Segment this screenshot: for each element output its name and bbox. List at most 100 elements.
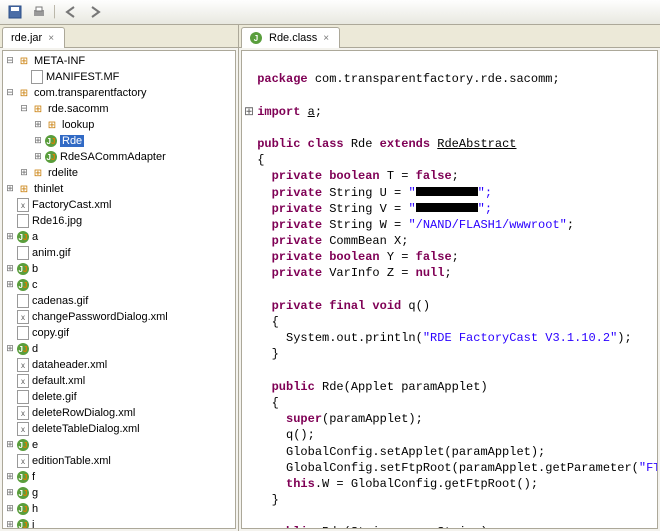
- expand-icon[interactable]: ⊞: [3, 488, 17, 498]
- tree-node[interactable]: ⊟⊞META-INF: [3, 53, 235, 69]
- tree-node[interactable]: ·copy.gif: [3, 325, 235, 341]
- expand-icon[interactable]: ⊞: [3, 504, 17, 514]
- tree-node-label: delete.gif: [32, 391, 77, 403]
- tree-node[interactable]: ·editionTable.xml: [3, 453, 235, 469]
- expand-icon[interactable]: ⊞: [31, 120, 45, 130]
- tree-node[interactable]: ⊟⊞rde.sacomm: [3, 101, 235, 117]
- class-icon: J: [250, 32, 262, 44]
- tree-node[interactable]: ·Rde16.jpg: [3, 213, 235, 229]
- file-icon: [17, 326, 29, 340]
- right-tab-strip: J Rde.class ×: [239, 25, 660, 48]
- package-tree[interactable]: ⊟⊞META-INF·MANIFEST.MF⊟⊞com.transparentf…: [2, 50, 236, 529]
- tree-spacer: ·: [3, 248, 17, 258]
- close-icon[interactable]: ×: [46, 33, 56, 44]
- tab-rde-class[interactable]: J Rde.class ×: [241, 27, 340, 48]
- tree-spacer: ·: [3, 200, 17, 210]
- expand-icon[interactable]: ⊞: [17, 168, 31, 178]
- tree-node[interactable]: · cadenas.gif: [3, 293, 235, 309]
- expand-icon[interactable]: ⊞: [3, 520, 17, 529]
- tree-node-label: c: [32, 279, 38, 291]
- package-icon: ⊞: [31, 102, 45, 116]
- save-icon[interactable]: [4, 2, 26, 22]
- tree-node[interactable]: · deleteRowDialog.xml: [3, 405, 235, 421]
- tree-node[interactable]: ⊟⊞com.transparentfactory: [3, 85, 235, 101]
- top-toolbar: │: [0, 0, 660, 25]
- class-icon: J: [17, 439, 29, 451]
- tree-node[interactable]: ⊞Jd: [3, 341, 235, 357]
- tree-node[interactable]: ⊞Jg: [3, 485, 235, 501]
- tree-node-label: g: [32, 487, 38, 499]
- tree-node-label: cadenas.gif: [32, 295, 88, 307]
- file-icon: [17, 454, 29, 468]
- tree-spacer: ·: [3, 296, 17, 306]
- tree-node[interactable]: ⊞Je: [3, 437, 235, 453]
- tree-node[interactable]: ⊞Jh: [3, 501, 235, 517]
- class-icon: J: [17, 263, 29, 275]
- tree-node[interactable]: ⊞Jc: [3, 277, 235, 293]
- expand-icon[interactable]: ⊞: [3, 264, 17, 274]
- tree-node-label: editionTable.xml: [32, 455, 111, 467]
- expand-icon[interactable]: ⊞: [31, 136, 45, 146]
- editor-panel: J Rde.class × package com.transparentfac…: [239, 25, 660, 531]
- tree-node[interactable]: ⊞⊞lookup: [3, 117, 235, 133]
- code-editor[interactable]: package com.transparentfactory.rde.sacom…: [241, 50, 658, 529]
- package-icon: ⊞: [17, 86, 31, 100]
- tree-node[interactable]: ·anim.gif: [3, 245, 235, 261]
- back-icon[interactable]: [60, 2, 82, 22]
- tree-node[interactable]: · default.xml: [3, 373, 235, 389]
- tree-node-label: lookup: [62, 119, 94, 131]
- tree-node[interactable]: ⊞Jf: [3, 469, 235, 485]
- tree-node-label: e: [32, 439, 38, 451]
- expand-icon[interactable]: ⊞: [3, 440, 17, 450]
- expand-icon[interactable]: ⊞: [31, 152, 45, 162]
- source-code: package com.transparentfactory.rde.sacom…: [250, 55, 657, 529]
- package-icon: ⊞: [17, 54, 31, 68]
- separator: │: [52, 2, 58, 22]
- tree-spacer: ·: [17, 72, 31, 82]
- tree-node[interactable]: ⊞⊞rdelite: [3, 165, 235, 181]
- collapse-icon[interactable]: ⊟: [17, 104, 31, 114]
- tree-node[interactable]: ⊞⊞thinlet: [3, 181, 235, 197]
- tree-node[interactable]: ·deleteTableDialog.xml: [3, 421, 235, 437]
- file-icon: [17, 246, 29, 260]
- tree-node[interactable]: ·MANIFEST.MF: [3, 69, 235, 85]
- tree-node-label: Rde: [60, 135, 84, 147]
- class-icon: J: [17, 487, 29, 499]
- tree-spacer: ·: [3, 312, 17, 322]
- tree-node[interactable]: ·delete.gif: [3, 389, 235, 405]
- tree-spacer: ·: [3, 408, 17, 418]
- expand-icon[interactable]: ⊞: [3, 280, 17, 290]
- close-icon[interactable]: ×: [321, 33, 331, 44]
- tree-node[interactable]: ⊞Ji: [3, 517, 235, 529]
- tree-node[interactable]: ⊞Jb: [3, 261, 235, 277]
- class-icon: J: [17, 503, 29, 515]
- tree-node-label: thinlet: [34, 183, 63, 195]
- tab-rde-jar[interactable]: rde.jar ×: [2, 27, 65, 48]
- tree-node[interactable]: ·FactoryCast.xml: [3, 197, 235, 213]
- expand-icon[interactable]: ⊞: [3, 184, 17, 194]
- tree-node[interactable]: ·changePasswordDialog.xml: [3, 309, 235, 325]
- tree-spacer: ·: [3, 376, 17, 386]
- expand-icon[interactable]: ⊞: [3, 344, 17, 354]
- file-icon: [17, 358, 29, 372]
- collapse-icon[interactable]: ⊟: [3, 88, 17, 98]
- file-icon: [17, 390, 29, 404]
- class-icon: J: [17, 231, 29, 243]
- collapse-icon[interactable]: ⊟: [3, 56, 17, 66]
- tree-spacer: ·: [3, 424, 17, 434]
- expand-icon[interactable]: ⊞: [3, 232, 17, 242]
- tree-node-label: f: [32, 471, 35, 483]
- forward-icon[interactable]: [84, 2, 106, 22]
- tree-node[interactable]: ⊞JRdeSACommAdapter: [3, 149, 235, 165]
- tree-node[interactable]: ⊞JRde: [3, 133, 235, 149]
- expand-icon[interactable]: ⊞: [3, 472, 17, 482]
- tree-node-label: deleteRowDialog.xml: [32, 407, 135, 419]
- print-icon[interactable]: [28, 2, 50, 22]
- tree-node-label: RdeSACommAdapter: [60, 151, 166, 163]
- tree-node[interactable]: ⊞Ja: [3, 229, 235, 245]
- tree-node[interactable]: ·dataheader.xml: [3, 357, 235, 373]
- tree-node-label: default.xml: [32, 375, 85, 387]
- tab-label: rde.jar: [11, 32, 42, 44]
- tree-node-label: h: [32, 503, 38, 515]
- fold-icon[interactable]: ⊞: [244, 104, 254, 120]
